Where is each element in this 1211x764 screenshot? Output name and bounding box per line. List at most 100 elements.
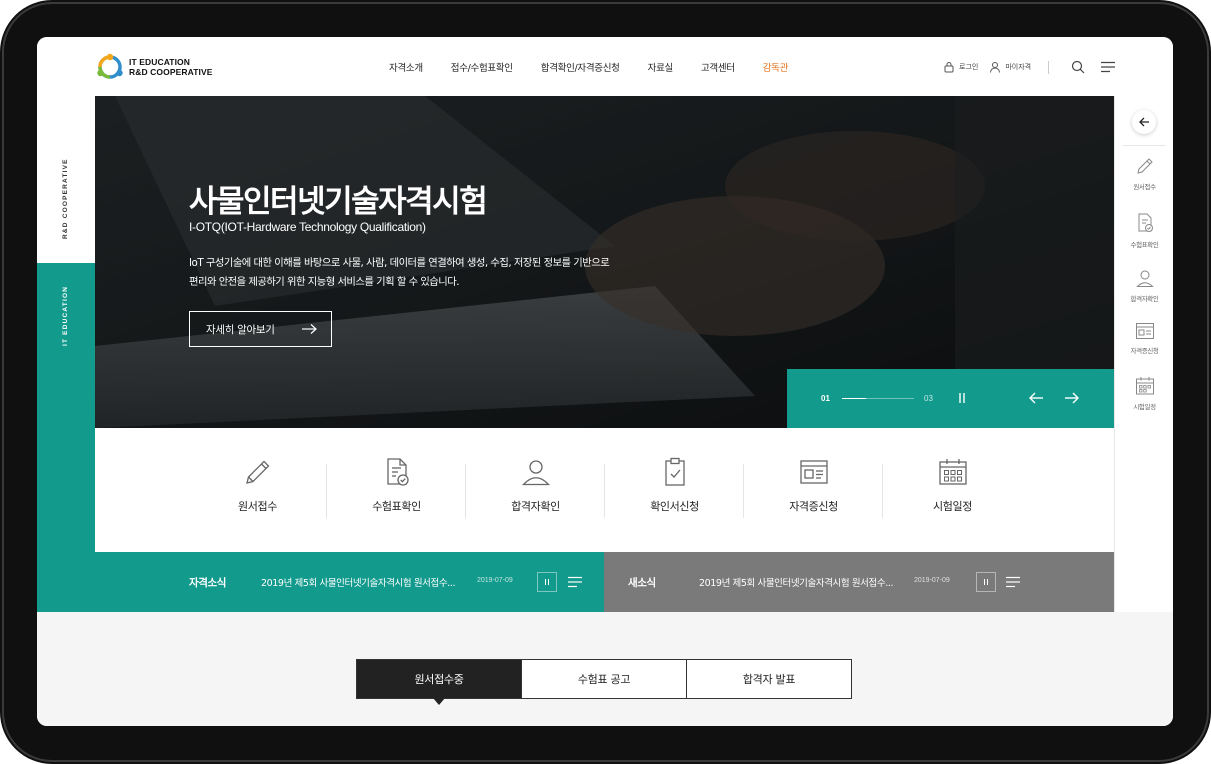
hamburger-menu-icon [1101, 61, 1116, 73]
arrow-right-icon [302, 324, 317, 334]
service-schedule[interactable]: 시험일정 [883, 456, 1022, 526]
pause-icon[interactable] [955, 391, 969, 405]
lock-icon [944, 62, 954, 73]
arrow-left-icon[interactable] [1027, 389, 1045, 407]
nav-item-library[interactable]: 자료실 [648, 60, 674, 74]
document-check-icon [386, 458, 409, 486]
mypage-link[interactable]: 마이자격 [989, 61, 1031, 73]
service-label: 원서접수 [238, 500, 277, 513]
pause-icon [984, 579, 988, 585]
person-icon [1135, 270, 1154, 287]
hero-desc-line-1: IoT 구성기술에 대한 이해를 바탕으로 사물, 사람, 데이터를 연결하여 … [189, 257, 610, 269]
service-confirmation[interactable]: 확인서신청 [605, 456, 744, 526]
rail-tab-rnd[interactable]: R&D COOPERATIVE [37, 96, 95, 263]
pencil-icon [245, 460, 269, 484]
tab-open-applications[interactable]: 원서접수중 [356, 659, 522, 705]
divider [1123, 145, 1166, 146]
hero-title: 사물인터넷기술자격시험 [189, 184, 488, 220]
service-application[interactable]: 원서접수 [188, 456, 327, 526]
logo-line-1: IT EDUCATION [129, 57, 191, 67]
user-icon [990, 62, 1001, 73]
service-label: 합격자확인 [511, 500, 560, 513]
tablet-frame: IT EDUCATION R&D COOPERATIVE 자격소개 접수/수험표… [0, 0, 1211, 764]
search-button[interactable] [1071, 60, 1085, 74]
clipboard-check-icon [664, 457, 685, 486]
cert-news-date: 2019-07-09 [477, 577, 513, 584]
cert-news-headline[interactable]: 2019년 제5회 사물인터넷기술자격시험 원서접수... [261, 575, 455, 589]
quick-item-label: 합격자확인 [1130, 295, 1159, 303]
general-news-title: 새소식 [628, 577, 656, 589]
quick-item-schedule[interactable]: 시험일정 [1115, 376, 1173, 416]
slide-progress-bar [842, 398, 914, 399]
mypage-label: 마이자격 [1005, 63, 1032, 71]
arrow-right-icon[interactable] [1063, 389, 1081, 407]
utility-nav: 로그인 마이자격 [943, 59, 1116, 75]
service-label: 자격증신청 [789, 500, 838, 513]
screen: IT EDUCATION R&D COOPERATIVE 자격소개 접수/수험표… [37, 37, 1173, 726]
quick-item-label: 원서접수 [1133, 183, 1156, 191]
slider-controls: 01 03 [787, 369, 1114, 428]
tab-ticket-notice[interactable]: 수험표 공고 [521, 659, 687, 699]
person-icon [521, 460, 550, 486]
quick-item-label: 시험일정 [1133, 403, 1156, 411]
login-link[interactable]: 로그인 [943, 61, 978, 73]
hero-description: IoT 구성기술에 대한 이해를 바탕으로 사물, 사람, 데이터를 연결하여 … [189, 254, 679, 292]
document-check-icon [1138, 213, 1153, 232]
rail-label-it: IT EDUCATION [62, 285, 69, 346]
learn-more-label: 자세히 알아보기 [206, 323, 275, 336]
search-icon [1071, 60, 1085, 74]
quick-menu-toggle[interactable] [1132, 110, 1156, 134]
slide-current: 01 [821, 394, 830, 403]
logo-mark-icon [97, 53, 123, 79]
tab-results[interactable]: 합격자 발표 [686, 659, 852, 699]
general-news-bar: 새소식 2019년 제5회 사물인터넷기술자격시험 원서접수... 2019-0… [604, 552, 1114, 612]
service-label: 확인서신청 [650, 500, 699, 513]
hero-desc-line-2: 편리와 안전을 제공하기 위한 지능형 서비스를 기획 할 수 있습니다. [189, 276, 460, 288]
cert-news-bar: 자격소식 2019년 제5회 사물인터넷기술자격시험 원서접수... 2019-… [37, 552, 604, 612]
quick-item-passed[interactable]: 합격자확인 [1115, 268, 1173, 308]
board-tabs: 원서접수중 수험표 공고 합격자 발표 [356, 659, 853, 705]
nav-item-intro[interactable]: 자격소개 [389, 60, 423, 74]
site-logo[interactable]: IT EDUCATION R&D COOPERATIVE [95, 52, 225, 82]
general-news-date: 2019-07-09 [914, 577, 950, 584]
quick-item-ticket[interactable]: 수험표확인 [1115, 212, 1173, 252]
quick-menu: 원서접수 수험표확인 합격자확인 자격증신청 시험일정 [1114, 96, 1173, 653]
logo-line-2: R&D COOPERATIVE [129, 67, 213, 77]
quick-item-label: 수험표확인 [1130, 241, 1159, 249]
service-label: 시험일정 [933, 500, 972, 513]
quick-item-label: 자격증신청 [1130, 347, 1159, 355]
quick-item-certificate[interactable]: 자격증신청 [1115, 322, 1173, 362]
nav-item-supervisor[interactable]: 감독관 [763, 60, 789, 74]
hero-banner: 사물인터넷기술자격시험 I-OTQ(IOT-Hardware Technolog… [95, 96, 1114, 428]
pencil-icon [1136, 158, 1153, 174]
certificate-icon [799, 460, 828, 484]
arrow-left-icon [1138, 117, 1149, 127]
nav-item-results[interactable]: 합격확인/자격증신청 [541, 60, 620, 74]
service-ticket[interactable]: 수험표확인 [327, 456, 466, 526]
service-label: 수험표확인 [372, 500, 421, 513]
cert-news-pause-button[interactable] [537, 572, 557, 592]
site-header: IT EDUCATION R&D COOPERATIVE 자격소개 접수/수험표… [37, 37, 1173, 96]
calendar-icon [938, 459, 967, 485]
service-certificate[interactable]: 자격증신청 [744, 456, 883, 526]
divider [1048, 60, 1050, 74]
service-passed[interactable]: 합격자확인 [466, 456, 605, 526]
slide-progress-fill [842, 398, 866, 399]
hero-subtitle: I-OTQ(IOT-Hardware Technology Qualificat… [189, 220, 426, 234]
general-news-headline[interactable]: 2019년 제5회 사물인터넷기술자격시험 원서접수... [699, 575, 893, 589]
general-news-pause-button[interactable] [976, 572, 996, 592]
nav-item-application[interactable]: 접수/수험표확인 [451, 60, 513, 74]
service-shortcuts: 원서접수 수험표확인 합격자확인 확인서신청 자격증신청 시험일정 [95, 428, 1114, 552]
left-rail: R&D COOPERATIVE IT EDUCATION [37, 96, 95, 612]
calendar-icon [1135, 377, 1154, 395]
nav-item-support[interactable]: 고객센터 [701, 60, 735, 74]
quick-item-application[interactable]: 원서접수 [1115, 156, 1173, 196]
learn-more-button[interactable]: 자세히 알아보기 [189, 311, 332, 347]
list-menu-icon[interactable] [1006, 576, 1020, 588]
menu-button[interactable] [1101, 61, 1116, 73]
list-menu-icon[interactable] [568, 576, 582, 588]
cert-news-title: 자격소식 [189, 577, 227, 589]
slide-total: 03 [924, 394, 933, 403]
pause-icon [545, 579, 549, 585]
board-section: 원서접수중 수험표 공고 합격자 발표 [37, 612, 1173, 726]
